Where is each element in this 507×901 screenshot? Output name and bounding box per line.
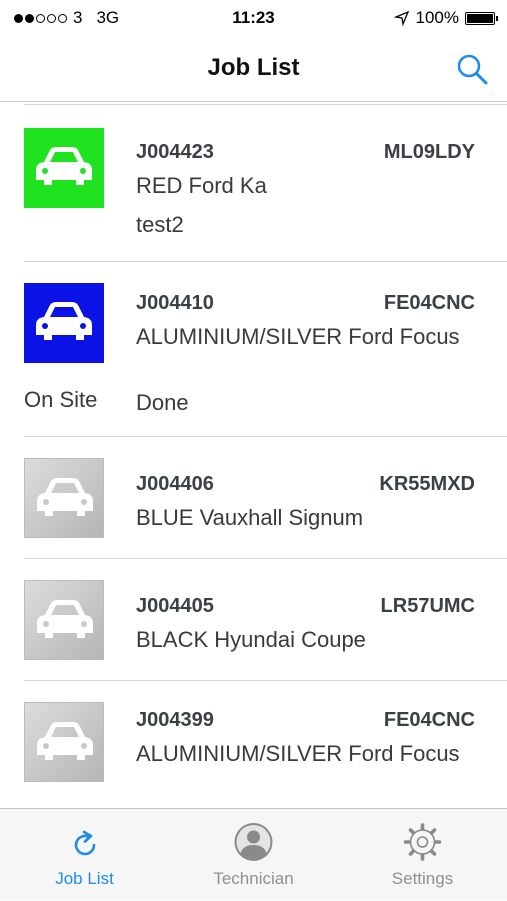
job-row[interactable]: J004405 LR57UMC BLACK Hyundai Coupe — [0, 559, 507, 681]
battery-icon — [465, 11, 498, 25]
job-row[interactable]: J004406 KR55MXD BLUE Vauxhall Signum — [0, 437, 507, 559]
search-icon — [457, 54, 488, 85]
vehicle-registration: ML09LDY — [383, 141, 475, 163]
tab-bar: Job List Technician Settings — [0, 808, 507, 900]
job-row[interactable]: On Site J004410 FE04CNC ALUMINIUM/SILVER… — [0, 262, 507, 437]
person-icon — [234, 823, 273, 861]
job-notes: test2 — [136, 212, 184, 237]
car-icon — [37, 722, 93, 760]
car-icon — [36, 302, 92, 340]
vehicle-description: BLUE Vauxhall Signum — [136, 505, 364, 530]
vehicle-registration: LR57UMC — [380, 595, 475, 617]
car-status-thumbnail — [24, 128, 104, 208]
page-title: Job List — [207, 54, 300, 81]
battery-percentage: 100% — [415, 8, 459, 27]
tab-label: Technician — [213, 869, 294, 888]
tab-technician[interactable]: Technician — [169, 809, 338, 901]
car-status-thumbnail — [24, 580, 104, 660]
job-list[interactable]: J004423 ML09LDY RED Ford Ka test2 On Sit… — [0, 104, 507, 808]
location-arrow-icon — [393, 10, 409, 26]
vehicle-registration: FE04CNC — [383, 292, 475, 314]
refresh-icon — [74, 830, 96, 856]
status-right: 100% — [393, 8, 498, 28]
tab-label: Job List — [55, 869, 114, 888]
status-bar: 3 3G 11:23 100% — [0, 0, 507, 36]
search-button[interactable] — [455, 52, 489, 86]
navigation-bar: Job List — [0, 36, 507, 102]
job-row[interactable]: J004423 ML09LDY RED Ford Ka test2 — [0, 104, 507, 262]
vehicle-registration: KR55MXD — [379, 473, 475, 495]
car-status-thumbnail — [24, 702, 104, 782]
job-status-label: On Site — [24, 387, 98, 412]
tab-settings[interactable]: Settings — [338, 809, 507, 901]
car-status-thumbnail — [24, 458, 104, 538]
car-icon — [36, 147, 92, 185]
job-row[interactable]: J004399 FE04CNC ALUMINIUM/SILVER Ford Fo… — [0, 681, 507, 808]
car-icon — [37, 600, 93, 638]
tab-job-list[interactable]: Job List — [0, 809, 169, 901]
job-notes: Done — [136, 390, 189, 415]
car-status-thumbnail — [24, 283, 104, 363]
vehicle-description: RED Ford Ka — [136, 173, 267, 198]
vehicle-registration: FE04CNC — [383, 709, 475, 731]
vehicle-description: ALUMINIUM/SILVER Ford Focus — [136, 324, 460, 349]
job-number: J004406 — [136, 473, 214, 495]
vehicle-description: BLACK Hyundai Coupe — [136, 627, 366, 652]
job-number: J004410 — [136, 292, 214, 314]
gear-icon — [403, 823, 442, 861]
vehicle-description: ALUMINIUM/SILVER Ford Focus — [136, 741, 460, 766]
job-number: J004399 — [136, 709, 214, 731]
job-number: J004405 — [136, 595, 214, 617]
tab-label: Settings — [391, 869, 454, 888]
job-number: J004423 — [136, 141, 214, 163]
car-icon — [37, 478, 93, 516]
